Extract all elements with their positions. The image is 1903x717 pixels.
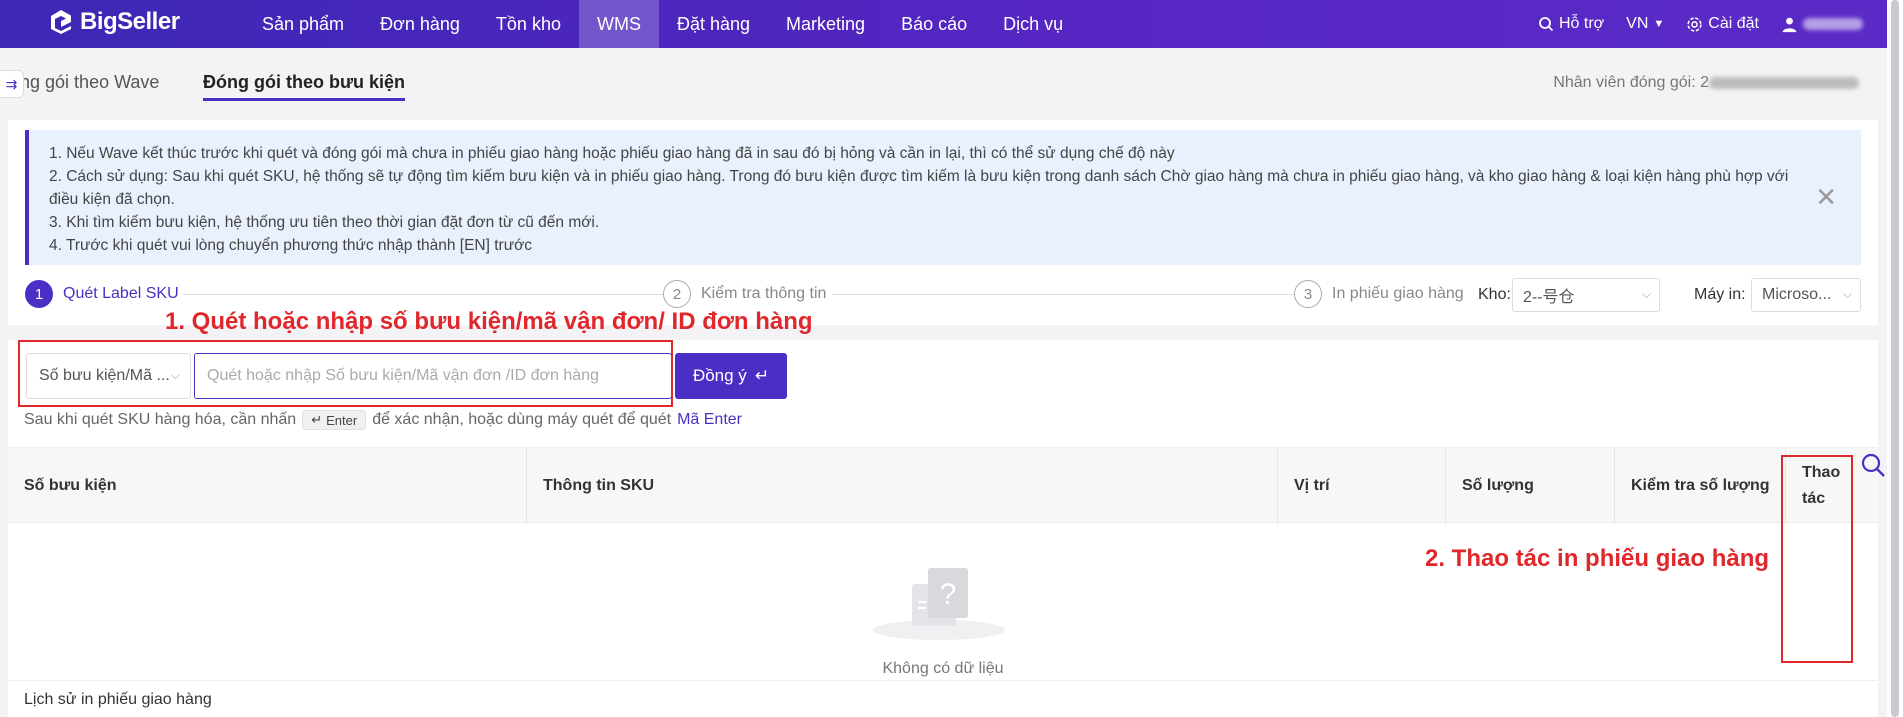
bigseller-logo[interactable]: BigSeller — [48, 8, 180, 36]
staff-email-blurred — [1709, 76, 1859, 89]
staff-label: Nhân viên đóng gói: 2 — [1553, 74, 1709, 91]
step-label: In phiếu giao hàng — [1332, 285, 1464, 302]
notice-line: 2. Cách sử dụng: Sau khi quét SKU, hệ th… — [49, 168, 1789, 208]
nav-marketing[interactable]: Marketing — [768, 0, 883, 48]
support-label: Hỗ trợ — [1559, 15, 1605, 32]
chevron-down-icon: ⌵ — [1842, 287, 1852, 301]
printer-label: Máy in: — [1694, 286, 1746, 303]
user-icon — [1782, 17, 1797, 32]
column-parcel-number: Số bưu kiện — [8, 448, 527, 524]
chevron-down-icon: ⌵ — [1641, 287, 1651, 301]
warehouse-label: Kho: — [1478, 286, 1511, 303]
print-history-section[interactable]: Lịch sử in phiếu giao hàng — [8, 680, 1878, 717]
enter-code-link[interactable]: Mã Enter — [677, 411, 742, 429]
annotation-scan-step: 1. Quét hoặc nhập số bưu kiện/mã vận đơn… — [165, 308, 813, 335]
hint-text: Sau khi quét SKU hàng hóa, cần nhấn — [24, 411, 297, 428]
step-1: 1 Quét Label SKU — [25, 280, 179, 308]
bigseller-logo-icon — [51, 10, 71, 34]
notice-line: 3. Khi tìm kiếm bưu kiện, hệ thống ưu ti… — [49, 214, 600, 231]
settings-label: Cài đặt — [1708, 15, 1759, 32]
enter-icon: ↵ — [754, 366, 770, 385]
empty-state-text: Không có dữ liệu — [882, 660, 1004, 677]
nav-inventory[interactable]: Tồn kho — [478, 0, 579, 48]
warehouse-select[interactable]: 2--号仓 ⌵ — [1512, 278, 1660, 312]
annotation-highlight-box — [1781, 455, 1853, 663]
language-label: VN — [1626, 15, 1649, 32]
gear-icon — [1687, 16, 1702, 32]
nav-purchase[interactable]: Đặt hàng — [659, 0, 768, 48]
printer-select[interactable]: Microso... ⌵ — [1751, 278, 1861, 312]
step-number: 3 — [1294, 280, 1322, 308]
user-menu[interactable] — [1781, 16, 1863, 33]
caret-down-icon: ▼ — [1653, 18, 1665, 30]
floating-search-icon[interactable] — [1860, 452, 1886, 478]
tab-wave-packing[interactable]: óng gói theo Wave — [10, 72, 159, 93]
annotation-print-step: 2. Thao tác in phiếu giao hàng — [1425, 545, 1770, 572]
info-notice: 1. Nếu Wave kết thúc trước khi quét và đ… — [25, 130, 1861, 265]
sidebar-toggle-icon[interactable]: ⇉ — [0, 70, 24, 98]
column-check-quantity: Kiểm tra số lượng — [1615, 448, 1786, 524]
nav-services[interactable]: Dịch vụ — [985, 0, 1081, 48]
support-link[interactable]: Hỗ trợ — [1538, 15, 1604, 33]
settings-link[interactable]: Cài đặt — [1686, 15, 1759, 33]
step-2: 2 Kiểm tra thông tin — [663, 280, 826, 308]
table-header: Số bưu kiện Thông tin SKU Vị trí Số lượn… — [8, 447, 1878, 524]
nav-orders[interactable]: Đơn hàng — [362, 0, 478, 48]
svg-text:?: ? — [940, 578, 957, 611]
instructions-card: 1. Nếu Wave kết thúc trước khi quét và đ… — [8, 120, 1878, 325]
nav-wms[interactable]: WMS — [578, 0, 659, 48]
confirm-label: Đồng ý — [692, 366, 747, 385]
printer-value: Microso... — [1762, 286, 1832, 303]
warehouse-value: 2--号仓 — [1523, 289, 1575, 306]
column-location: Vị trí — [1278, 448, 1446, 524]
step-connector — [183, 294, 663, 295]
tab-parcel-packing[interactable]: Đóng gói theo bưu kiện — [203, 72, 406, 101]
packing-staff: Nhân viên đóng gói: 2 — [1553, 74, 1859, 92]
top-navbar: BigSeller Sản phẩm Đơn hàng Tồn kho WMS … — [0, 0, 1887, 48]
close-icon[interactable]: ✕ — [1815, 184, 1837, 210]
step-label: Kiểm tra thông tin — [701, 285, 827, 302]
step-number: 2 — [663, 280, 691, 308]
scan-hint: Sau khi quét SKU hàng hóa, cần nhấn ↵ Ent… — [24, 410, 742, 430]
enter-icon: ↵ — [311, 412, 323, 427]
enter-key-label: Enter — [326, 412, 358, 428]
annotation-highlight-box — [18, 340, 673, 407]
main-nav: Sản phẩm Đơn hàng Tồn kho WMS Đặt hàng M… — [244, 0, 1081, 48]
nav-products[interactable]: Sản phẩm — [244, 0, 362, 48]
confirm-button[interactable]: Đồng ý ↵ — [675, 353, 787, 399]
scrollbar-thumb[interactable] — [1891, 0, 1899, 717]
step-3: 3 In phiếu giao hàng — [1294, 280, 1464, 308]
hint-text: để xác nhận, hoặc dùng máy quét để quét — [372, 411, 672, 428]
empty-data-icon: ? — [873, 568, 1005, 640]
top-right-tools: Hỗ trợ VN ▼ Cài đặt — [1538, 0, 1863, 48]
language-select[interactable]: VN ▼ — [1626, 15, 1664, 33]
username-blurred — [1803, 18, 1863, 30]
column-quantity: Số lượng — [1446, 448, 1615, 524]
search-icon — [1539, 17, 1554, 32]
step-connector — [832, 294, 1294, 295]
brand-name: BigSeller — [80, 8, 180, 35]
enter-key-badge: ↵ Enter — [302, 410, 367, 430]
step-label: Quét Label SKU — [63, 285, 179, 302]
notice-line: 1. Nếu Wave kết thúc trước khi quét và đ… — [49, 145, 1175, 162]
page-scrollbar[interactable] — [1887, 0, 1903, 717]
step-number: 1 — [25, 280, 53, 308]
notice-line: 4. Trước khi quét vui lòng chuyển phương… — [49, 237, 532, 254]
progress-steps: 1 Quét Label SKU 2 Kiểm tra thông tin 3 … — [25, 278, 1861, 312]
nav-reports[interactable]: Báo cáo — [883, 0, 985, 48]
column-sku-info: Thông tin SKU — [527, 448, 1278, 524]
